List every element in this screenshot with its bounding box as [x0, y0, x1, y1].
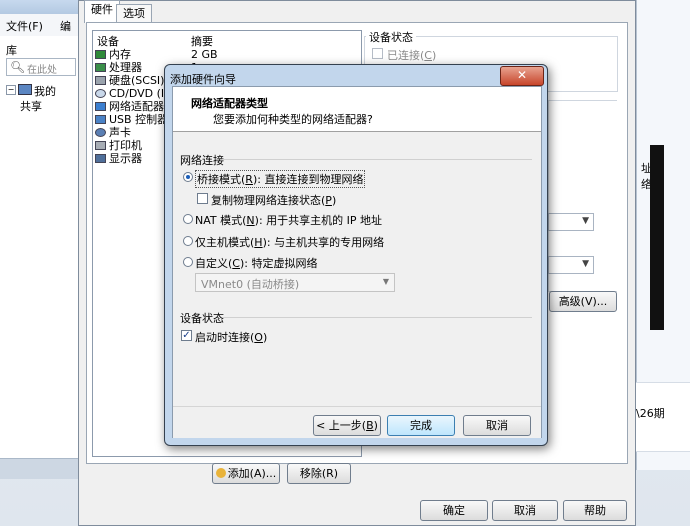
- library-search-input[interactable]: 🔍︎ 在此处: [6, 58, 76, 76]
- summary-column-header[interactable]: 摘要: [191, 33, 213, 49]
- connect-on-start-label: 启动时连接(O): [195, 331, 268, 344]
- wizard-device-status-title: 设备状态: [180, 312, 224, 325]
- tab-options[interactable]: 选项: [116, 4, 152, 24]
- background-titlebar: [0, 0, 80, 14]
- network-select-2[interactable]: ▼: [548, 256, 594, 274]
- device-row-sound-card[interactable]: 声卡: [95, 126, 131, 139]
- device-name: 内存: [109, 48, 131, 61]
- network-adapter-icon: [95, 102, 106, 111]
- chevron-down-icon: ▼: [382, 277, 389, 286]
- device-name: 网络适配器: [109, 100, 164, 113]
- background-statusbar: [0, 458, 80, 479]
- wizard-subheading: 您要添加何种类型的网络适配器?: [213, 113, 373, 126]
- network-select-1[interactable]: ▼: [548, 213, 594, 231]
- nat-label[interactable]: NAT 模式(N): 用于共享主机的 IP 地址: [195, 212, 382, 228]
- nat-radio[interactable]: [183, 214, 193, 224]
- device-row-printer[interactable]: 打印机: [95, 139, 142, 152]
- usb-icon: [95, 115, 106, 124]
- chevron-down-icon: ▼: [582, 259, 589, 269]
- device-name: 硬盘(SCSI): [109, 74, 165, 87]
- custom-radio[interactable]: [183, 257, 193, 267]
- custom-network-value: VMnet0 (自动桥接): [201, 278, 300, 291]
- help-button[interactable]: 帮助: [563, 500, 627, 521]
- group-divider: [222, 159, 532, 160]
- add-device-button[interactable]: 添加(A)...: [212, 463, 280, 484]
- tree-item-my-computer[interactable]: 我的: [34, 83, 56, 99]
- custom-network-select[interactable]: VMnet0 (自动桥接) ▼: [195, 273, 395, 292]
- device-name: 处理器: [109, 61, 142, 74]
- search-placeholder: 在此处: [27, 65, 57, 76]
- tab-hardware[interactable]: 硬件: [84, 0, 120, 23]
- chevron-down-icon: ▼: [582, 216, 589, 226]
- bridged-radio[interactable]: [183, 172, 193, 182]
- display-icon: [95, 154, 106, 163]
- device-row-processor[interactable]: 处理器: [95, 61, 142, 74]
- library-label: 库: [6, 44, 17, 57]
- device-row-display[interactable]: 显示器: [95, 152, 142, 165]
- host-only-label[interactable]: 仅主机模式(H): 与主机共享的专用网络: [195, 234, 384, 250]
- device-row-usb-controller[interactable]: USB 控制器: [95, 113, 168, 126]
- replicate-state-checkbox[interactable]: [197, 193, 208, 204]
- background-right-list: \26期: [636, 382, 690, 452]
- hard-disk-icon: [95, 76, 106, 85]
- device-name: USB 控制器: [109, 113, 169, 126]
- device-row-hard-disk[interactable]: 硬盘(SCSI): [95, 74, 164, 87]
- add-button-label: 添加(A)...: [227, 467, 277, 480]
- device-row-network-adapter[interactable]: 网络适配器: [95, 100, 164, 113]
- device-column-header[interactable]: 设备: [97, 33, 119, 49]
- back-button[interactable]: < 上一步(B): [313, 415, 381, 436]
- device-status-title: 设备状态: [366, 29, 416, 45]
- host-only-radio[interactable]: [183, 236, 193, 246]
- replicate-state-label: 复制物理网络连接状态(P): [211, 194, 337, 207]
- wizard-title: 添加硬件向导: [170, 73, 236, 86]
- wizard-heading: 网络适配器类型: [191, 97, 268, 110]
- device-summary: 2 GB: [191, 48, 218, 61]
- printer-icon: [95, 141, 106, 150]
- add-icon: [215, 468, 226, 478]
- tree-collapse-icon[interactable]: −: [6, 85, 16, 95]
- connect-on-start-checkbox[interactable]: ✓: [181, 330, 192, 341]
- group-divider: [222, 317, 532, 318]
- cd-icon: [95, 89, 106, 98]
- tree-item-shared[interactable]: 共享: [20, 98, 42, 114]
- advanced-button[interactable]: 高级(V)...: [549, 291, 617, 312]
- processor-icon: [95, 63, 106, 72]
- custom-label[interactable]: 自定义(C): 特定虚拟网络: [195, 255, 317, 271]
- settings-cancel-button[interactable]: 取消: [492, 500, 558, 521]
- network-connection-group-title: 网络连接: [180, 154, 224, 167]
- device-row-memory[interactable]: 内存: [95, 48, 131, 61]
- speaker-icon: [95, 128, 106, 137]
- menu-edit[interactable]: 编: [60, 18, 71, 34]
- finish-button[interactable]: 完成: [387, 415, 455, 436]
- background-menubar: 文件(F) 编: [0, 14, 80, 37]
- device-name: 打印机: [109, 139, 142, 152]
- menu-file[interactable]: 文件(F): [6, 18, 43, 34]
- background-dark-panel: [650, 145, 664, 330]
- search-icon: 🔍︎: [10, 60, 26, 74]
- library-panel: 库 🔍︎ 在此处 − 我的 共享: [0, 36, 81, 476]
- connected-mnemonic: C: [424, 49, 432, 62]
- device-name: 显示器: [109, 152, 142, 165]
- device-name: 声卡: [109, 126, 131, 139]
- computer-icon: [18, 84, 32, 95]
- right-date-text: \26期: [636, 407, 665, 420]
- close-button[interactable]: ✕: [500, 66, 544, 86]
- memory-icon: [95, 50, 106, 59]
- connected-label: 已连接(C): [387, 49, 437, 62]
- remove-device-button[interactable]: 移除(R): [287, 463, 351, 484]
- ok-button[interactable]: 确定: [420, 500, 488, 521]
- close-icon: ✕: [516, 68, 528, 82]
- bridged-label[interactable]: 桥接模式(R): 直接连接到物理网络: [195, 170, 366, 188]
- connected-checkbox[interactable]: [372, 48, 383, 59]
- wizard-header: 网络适配器类型 您要添加何种类型的网络适配器?: [173, 87, 541, 132]
- wizard-cancel-button[interactable]: 取消: [463, 415, 531, 436]
